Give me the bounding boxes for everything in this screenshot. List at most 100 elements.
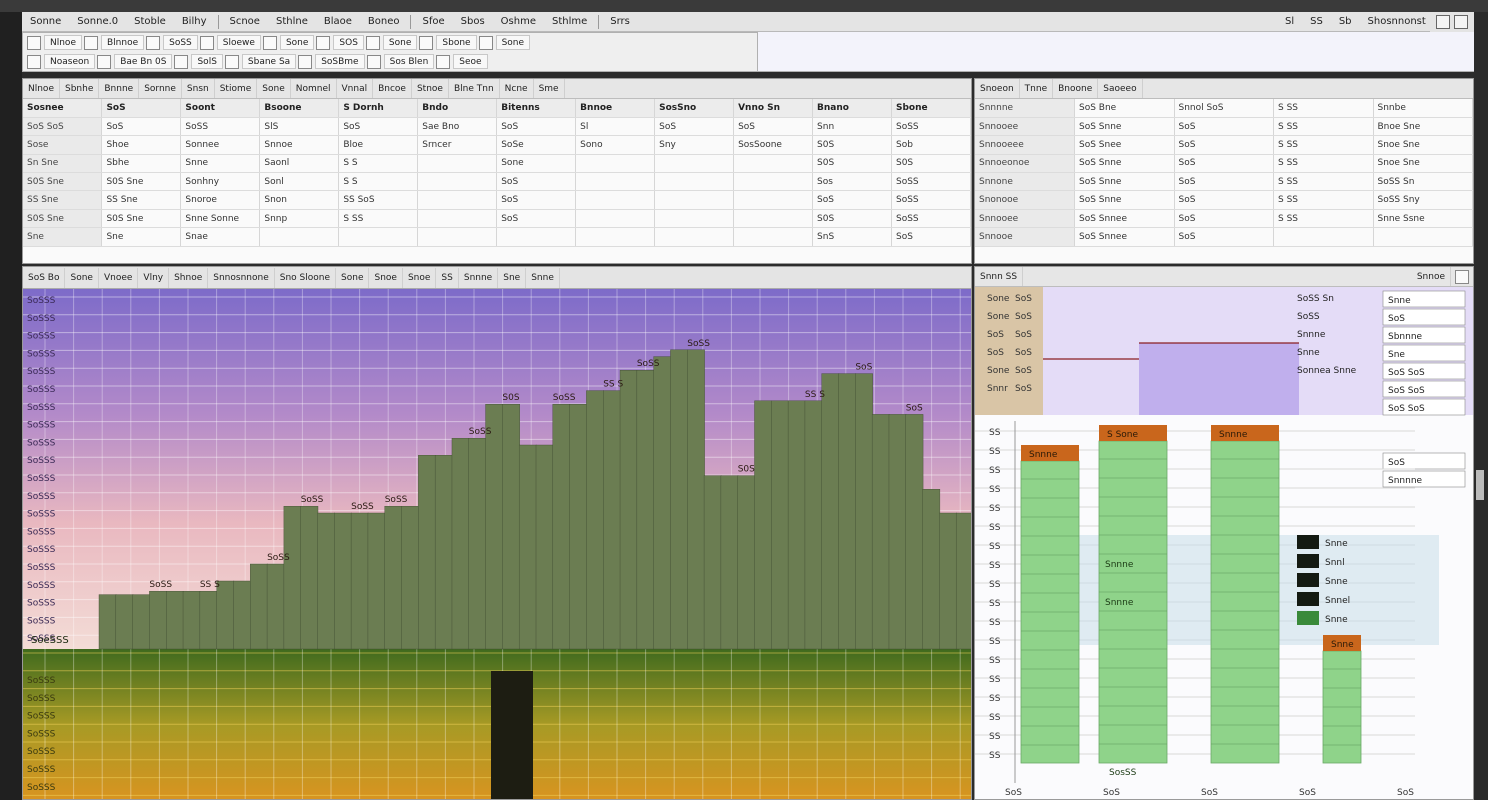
table-cell[interactable]: SlS bbox=[259, 117, 340, 137]
bar[interactable] bbox=[670, 349, 688, 650]
chart-toolbar-item[interactable]: Sone bbox=[336, 267, 370, 288]
toolbar-button[interactable]: Sone bbox=[495, 35, 531, 50]
table-cell[interactable]: Shoe bbox=[101, 135, 182, 155]
menu-item[interactable]: Sonne bbox=[22, 16, 69, 27]
column-header-cell[interactable]: Bnnoe bbox=[575, 99, 656, 118]
bar[interactable] bbox=[132, 594, 151, 650]
table-cell[interactable]: SoS bbox=[496, 117, 577, 137]
table-cell[interactable] bbox=[733, 209, 814, 229]
table-cell[interactable] bbox=[417, 209, 498, 229]
table-cell[interactable]: SoSS Sny bbox=[1373, 190, 1473, 210]
bar[interactable] bbox=[334, 512, 352, 650]
bar[interactable] bbox=[636, 369, 655, 650]
vertical-scrollbar[interactable] bbox=[1474, 80, 1488, 800]
table-cell[interactable]: S0S Sne bbox=[101, 209, 182, 229]
chart-toolbar-item[interactable]: Sne bbox=[498, 267, 527, 288]
menu-item[interactable]: Scnoe bbox=[222, 16, 268, 27]
column-header-cell[interactable]: Vnno Sn bbox=[733, 99, 814, 118]
checkbox-icon[interactable] bbox=[1455, 269, 1469, 284]
bar[interactable] bbox=[166, 591, 184, 650]
table-cell[interactable]: SoSS bbox=[891, 209, 971, 229]
bar[interactable] bbox=[468, 437, 487, 650]
menu-item[interactable]: Boneo bbox=[360, 16, 408, 27]
table-cell[interactable]: SoS Snne bbox=[1074, 190, 1175, 210]
table-cell[interactable]: Sos bbox=[812, 172, 892, 192]
table-cell[interactable] bbox=[575, 190, 656, 210]
tool-icon[interactable] bbox=[83, 35, 98, 50]
toolbar-button[interactable]: Sloewe bbox=[216, 35, 261, 50]
tool-icon[interactable] bbox=[436, 54, 451, 69]
toolbar-button[interactable]: Sbone bbox=[436, 35, 477, 50]
table-cell[interactable]: Srncer bbox=[417, 135, 498, 155]
restore-icon[interactable] bbox=[1436, 15, 1450, 29]
menu-item[interactable]: Sthlme bbox=[544, 16, 595, 27]
table-cell[interactable]: S SS bbox=[1273, 117, 1374, 137]
grid-header-cell[interactable]: Sbnhe bbox=[60, 79, 100, 98]
menu-right-item[interactable]: Shosnnonst bbox=[1360, 16, 1434, 27]
tool-icon[interactable] bbox=[478, 35, 493, 50]
table-cell[interactable]: S SS bbox=[1273, 209, 1374, 229]
table-cell[interactable]: Snonooe bbox=[975, 190, 1075, 210]
table-cell[interactable]: Saonl bbox=[259, 154, 340, 174]
table-cell[interactable]: S SS bbox=[1273, 190, 1374, 210]
table-cell[interactable]: SoS Bne bbox=[1074, 99, 1175, 118]
table-cell[interactable]: SoS Snee bbox=[1074, 135, 1175, 155]
bar[interactable] bbox=[115, 594, 134, 650]
chart-toolbar-item[interactable]: Snoe bbox=[403, 267, 437, 288]
table-cell[interactable]: SoS Snne bbox=[1074, 154, 1175, 174]
table-cell[interactable] bbox=[417, 154, 498, 174]
toolbar-button[interactable]: Blnnoe bbox=[100, 35, 145, 50]
toolbar-button[interactable]: Noaseon bbox=[44, 54, 96, 69]
table-cell[interactable]: Sob bbox=[891, 135, 971, 155]
toolbar-button[interactable]: Bae Bn 0S bbox=[114, 54, 173, 69]
table-cell[interactable]: S S bbox=[338, 172, 419, 192]
table-cell[interactable]: Sl bbox=[575, 117, 656, 137]
grid-header-cell[interactable]: Bncoe bbox=[373, 79, 412, 98]
menu-item[interactable]: Srrs bbox=[602, 16, 638, 27]
chart-toolbar-item[interactable]: Sno Sloone bbox=[275, 267, 337, 288]
bar[interactable] bbox=[703, 475, 722, 650]
chart-toolbar-item[interactable]: Vlny bbox=[138, 267, 170, 288]
chart-toolbar-item[interactable]: SoS Bo bbox=[23, 267, 66, 288]
table-cell[interactable]: SoS bbox=[812, 190, 892, 210]
table-cell[interactable] bbox=[417, 190, 498, 210]
bar[interactable] bbox=[737, 475, 756, 650]
table-cell[interactable]: SoS bbox=[891, 227, 971, 247]
table-cell[interactable]: SoS bbox=[496, 209, 577, 229]
table-cell[interactable]: Snne bbox=[180, 154, 261, 174]
column-header-cell[interactable]: Bnano bbox=[812, 99, 892, 118]
bar[interactable] bbox=[922, 488, 941, 650]
table-cell[interactable]: Sonl bbox=[259, 172, 340, 192]
table-cell[interactable] bbox=[575, 154, 656, 174]
table-cell[interactable]: Snne Sonne bbox=[180, 209, 261, 229]
bar[interactable] bbox=[199, 591, 218, 650]
table-cell[interactable] bbox=[654, 154, 735, 174]
menu-item[interactable]: Sbos bbox=[453, 16, 493, 27]
grid-header-cell[interactable]: Sme bbox=[534, 79, 565, 98]
table-cell[interactable] bbox=[654, 227, 735, 247]
table-cell[interactable]: Snnooee bbox=[975, 117, 1075, 137]
table-cell[interactable]: SoS bbox=[1174, 154, 1274, 174]
table-cell[interactable]: Snnoeonoe bbox=[975, 154, 1075, 174]
grid-header-cell[interactable]: Snoeon bbox=[975, 79, 1020, 98]
table-cell[interactable]: Snoe Sne bbox=[1373, 135, 1473, 155]
grid-header-cell[interactable]: Ncne bbox=[500, 79, 534, 98]
bar[interactable] bbox=[754, 400, 773, 650]
bar[interactable] bbox=[485, 403, 504, 650]
grid-header-cell[interactable]: Nlnoe bbox=[23, 79, 60, 98]
grid-header-cell[interactable]: Blne Tnn bbox=[449, 79, 500, 98]
table-cell[interactable]: SoS bbox=[496, 172, 577, 192]
grid-header-cell[interactable]: Sone bbox=[257, 79, 291, 98]
table-cell[interactable]: Snnnne bbox=[975, 99, 1075, 118]
toolbar-button[interactable]: Sone bbox=[279, 35, 315, 50]
table-cell[interactable]: Snne Ssne bbox=[1373, 209, 1473, 229]
bar[interactable] bbox=[888, 414, 907, 650]
table-cell[interactable] bbox=[575, 172, 656, 192]
table-cell[interactable]: Sonhny bbox=[180, 172, 261, 192]
bar[interactable] bbox=[569, 403, 588, 650]
tool-icon[interactable] bbox=[199, 35, 214, 50]
table-cell[interactable] bbox=[733, 172, 814, 192]
table-cell[interactable]: Snnp bbox=[259, 209, 340, 229]
menu-item[interactable]: Oshme bbox=[493, 16, 544, 27]
table-cell[interactable] bbox=[575, 209, 656, 229]
